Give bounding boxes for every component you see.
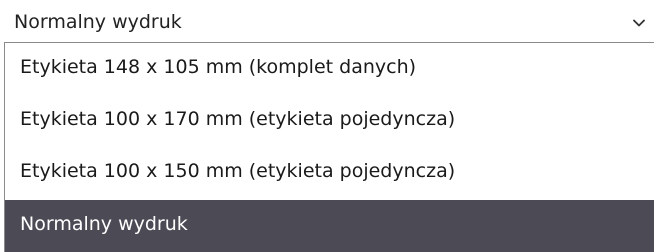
option-label-148x105[interactable]: Etykieta 148 x 105 mm (komplet danych)	[5, 43, 654, 95]
option-label-100x170[interactable]: Etykieta 100 x 170 mm (etykieta pojedync…	[5, 95, 654, 147]
select-options-list: Etykieta 148 x 105 mm (komplet danych) E…	[4, 42, 654, 252]
option-label-text: Etykieta 100 x 170 mm (etykieta pojedync…	[20, 108, 456, 130]
option-label-text: Normalny wydruk	[20, 213, 188, 235]
option-label-text: Etykieta 100 x 150 mm (etykieta pojedync…	[20, 160, 456, 182]
print-format-dropdown-screen: Normalny wydruk Etykieta 148 x 105 mm (k…	[0, 0, 654, 252]
chevron-down-icon[interactable]	[632, 16, 646, 30]
option-normal-print[interactable]: Normalny wydruk	[5, 200, 654, 252]
option-label-100x150[interactable]: Etykieta 100 x 150 mm (etykieta pojedync…	[5, 147, 654, 199]
print-format-select[interactable]: Normalny wydruk	[0, 6, 654, 42]
option-label-text: Etykieta 148 x 105 mm (komplet danych)	[20, 56, 417, 78]
select-current-value: Normalny wydruk	[14, 11, 182, 33]
